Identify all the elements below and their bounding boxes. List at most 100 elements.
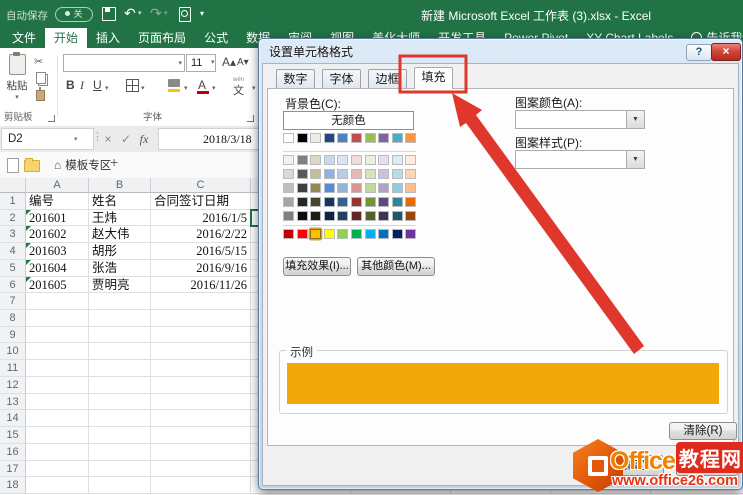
color-swatch[interactable] — [337, 155, 348, 165]
cancel-entry-icon[interactable]: × — [100, 129, 116, 149]
italic-button[interactable]: I — [80, 78, 84, 93]
grid-cell[interactable] — [89, 310, 151, 327]
cut-icon[interactable]: ✂ — [34, 56, 43, 68]
row-header[interactable]: 8 — [0, 310, 26, 327]
color-swatch[interactable] — [324, 183, 335, 193]
grid-cell[interactable] — [26, 477, 89, 494]
color-swatch[interactable] — [283, 211, 294, 221]
grid-cell[interactable]: 2016/5/15 — [151, 243, 251, 260]
bold-button[interactable]: B — [66, 78, 75, 92]
color-swatch[interactable] — [283, 197, 294, 207]
color-swatch[interactable] — [310, 155, 321, 165]
underline-button[interactable]: U — [93, 78, 102, 92]
color-swatch[interactable] — [297, 169, 308, 179]
grid-cell[interactable] — [151, 477, 251, 494]
grid-cell[interactable]: 2016/11/26 — [151, 277, 251, 294]
color-swatch[interactable] — [392, 169, 403, 179]
paste-button[interactable]: 粘贴 ▾ — [2, 52, 32, 110]
undo-icon[interactable]: ↶ — [124, 5, 136, 22]
format-painter-icon[interactable] — [36, 90, 45, 101]
grow-font-button[interactable]: A▴ — [222, 55, 236, 69]
color-swatch[interactable] — [324, 197, 335, 207]
open-folder-icon[interactable] — [24, 160, 40, 172]
grid-cell[interactable] — [151, 293, 251, 310]
color-swatch[interactable] — [392, 197, 403, 207]
grid-cell[interactable] — [26, 394, 89, 411]
color-swatch[interactable] — [283, 133, 294, 143]
color-swatch[interactable] — [297, 211, 308, 221]
grid-cell[interactable] — [151, 444, 251, 461]
grid-cell[interactable]: 201603 — [26, 243, 89, 260]
phonetic-dropdown-icon[interactable]: ▾ — [252, 84, 256, 92]
grid-cell[interactable] — [89, 360, 151, 377]
color-swatch[interactable] — [392, 133, 403, 143]
print-preview-icon[interactable] — [179, 7, 191, 22]
grid-cell[interactable] — [26, 293, 89, 310]
autosave-toggle[interactable]: 关 — [55, 7, 93, 22]
redo-dropdown-icon[interactable]: ▾ — [164, 9, 168, 17]
ribbon-tab[interactable]: 插入 — [87, 28, 129, 48]
grid-cell[interactable] — [26, 377, 89, 394]
color-swatch[interactable] — [365, 229, 376, 239]
color-swatch[interactable] — [337, 169, 348, 179]
grid-cell[interactable]: 2016/2/22 — [151, 226, 251, 243]
column-header[interactable]: C — [151, 178, 251, 193]
row-header[interactable]: 10 — [0, 343, 26, 360]
ribbon-tab[interactable]: 公式 — [195, 28, 237, 48]
row-header[interactable]: 11 — [0, 360, 26, 377]
grid-cell[interactable] — [151, 310, 251, 327]
grid-cell[interactable] — [26, 427, 89, 444]
select-all-corner[interactable] — [0, 178, 26, 193]
insert-function-icon[interactable]: fx — [136, 129, 152, 149]
grid-cell[interactable]: 201604 — [26, 260, 89, 277]
color-swatch[interactable] — [351, 197, 362, 207]
color-swatch[interactable] — [378, 211, 389, 221]
color-swatch[interactable] — [310, 229, 321, 239]
save-icon[interactable] — [102, 7, 116, 21]
color-swatch[interactable] — [310, 169, 321, 179]
color-swatch[interactable] — [351, 169, 362, 179]
grid-cell[interactable] — [151, 410, 251, 427]
fill-effects-button[interactable]: 填充效果(I)... — [283, 257, 351, 276]
color-swatch[interactable] — [283, 155, 294, 165]
ribbon-tab[interactable]: 页面布局 — [129, 28, 195, 48]
color-swatch[interactable] — [365, 133, 376, 143]
color-swatch[interactable] — [283, 229, 294, 239]
grid-cell[interactable] — [26, 343, 89, 360]
grid-cell[interactable]: 201601 — [26, 210, 89, 227]
grid-cell[interactable]: 201605 — [26, 277, 89, 294]
grid-cell[interactable] — [151, 461, 251, 478]
grid-cell[interactable]: 合同签订日期 — [151, 193, 251, 210]
color-swatch[interactable] — [324, 133, 335, 143]
color-swatch[interactable] — [405, 197, 416, 207]
color-swatch[interactable] — [337, 197, 348, 207]
template-zone-tab[interactable]: ⌂模板专区 — [46, 152, 119, 178]
color-swatch[interactable] — [378, 155, 389, 165]
column-header[interactable]: A — [26, 178, 89, 193]
grid-cell[interactable]: 编号 — [26, 193, 89, 210]
color-swatch[interactable] — [392, 183, 403, 193]
grid-cell[interactable] — [151, 327, 251, 344]
fill-dropdown-icon[interactable]: ▾ — [184, 84, 188, 92]
row-header[interactable]: 9 — [0, 327, 26, 344]
color-swatch[interactable] — [310, 211, 321, 221]
grid-cell[interactable] — [89, 327, 151, 344]
grid-cell[interactable] — [151, 377, 251, 394]
color-swatch[interactable] — [378, 183, 389, 193]
grid-cell[interactable]: 2016/1/5 — [151, 210, 251, 227]
paste-dropdown-icon[interactable]: ▾ — [2, 93, 32, 101]
font-color-icon[interactable]: A — [198, 78, 206, 92]
row-header[interactable]: 14 — [0, 410, 26, 427]
clipboard-dialog-launcher-icon[interactable] — [48, 115, 55, 122]
color-swatch[interactable] — [365, 211, 376, 221]
chevron-down-icon[interactable]: ▼ — [626, 111, 644, 128]
color-swatch[interactable] — [310, 183, 321, 193]
color-swatch[interactable] — [405, 229, 416, 239]
color-swatch[interactable] — [324, 155, 335, 165]
row-header[interactable]: 4 — [0, 243, 26, 260]
color-swatch[interactable] — [297, 133, 308, 143]
name-box[interactable]: D2 — [1, 128, 94, 150]
color-swatch[interactable] — [297, 183, 308, 193]
chevron-down-icon[interactable]: ▾ — [211, 58, 215, 66]
grid-cell[interactable] — [26, 444, 89, 461]
